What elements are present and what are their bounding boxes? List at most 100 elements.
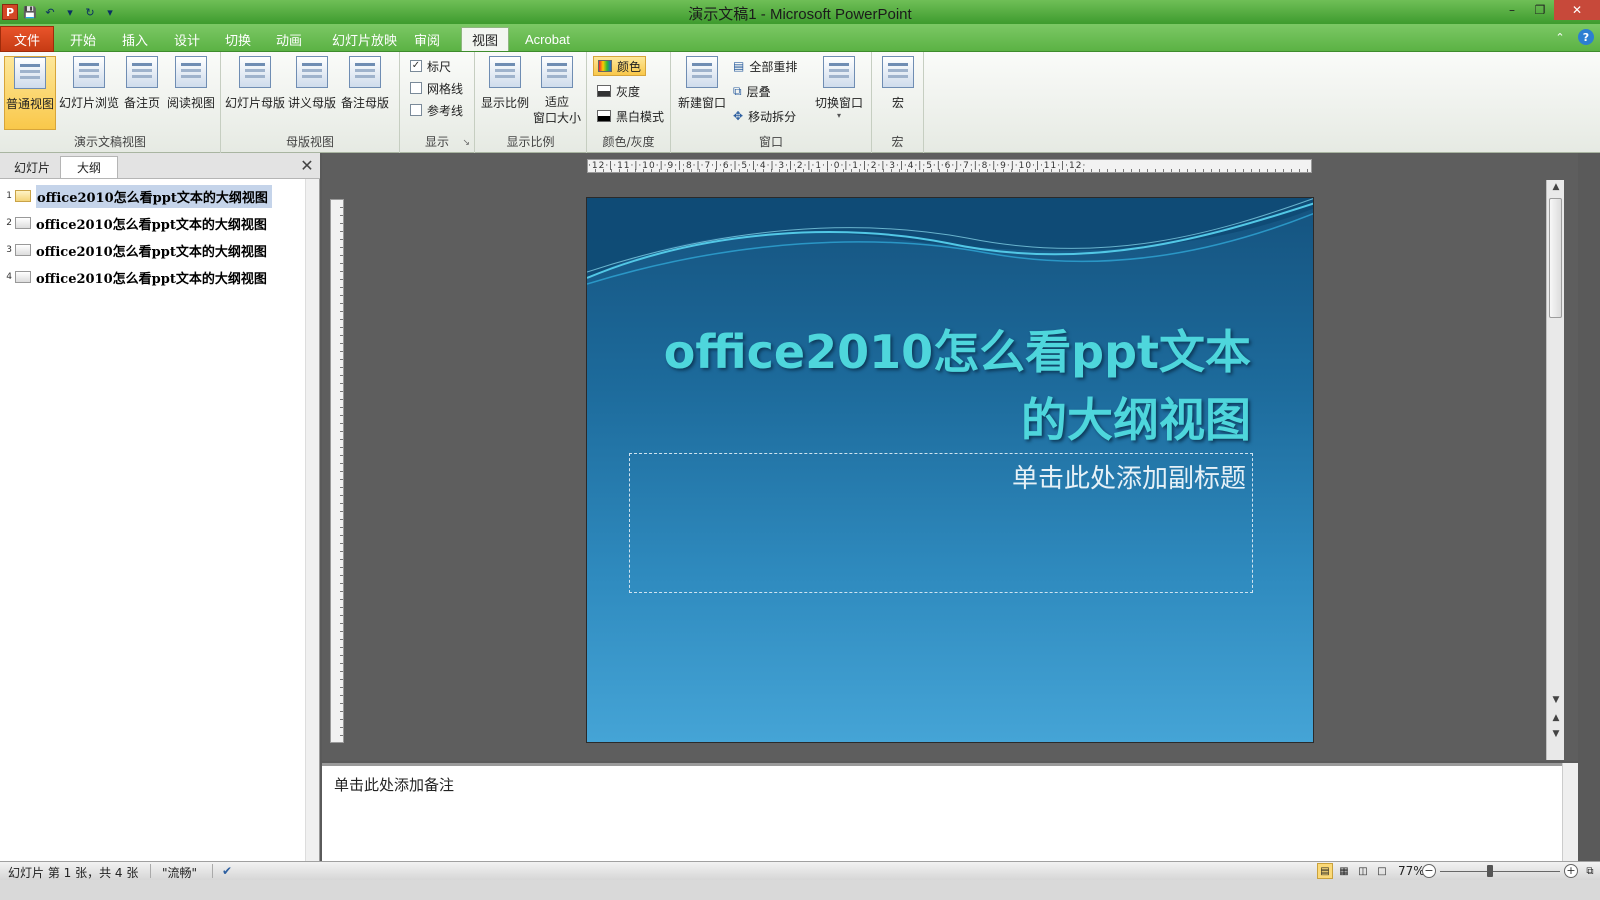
group-window: 新建窗口 ▤ 全部重排 ⧉ 层叠 ✥ 移动拆分 切换窗口 ▾ 窗口 [671,52,872,153]
fit-label-2: 窗口大小 [532,111,581,125]
tab-transitions[interactable]: 切换 [215,27,261,51]
switch-windows-label: 切换窗口 [814,96,863,110]
arrange-all-label: 全部重排 [749,59,798,74]
close-button[interactable]: ✕ [1554,0,1600,20]
previous-slide-icon[interactable]: ▲ [1547,713,1565,727]
outline-item-text[interactable]: office2010怎么看ppt文本的大纲视图 [36,268,267,287]
zoom-button[interactable]: 显示比例 [481,56,529,130]
language-check-icon[interactable]: ✔ [222,864,232,878]
slide-icon [15,271,31,283]
group-master-views: 幻灯片母版 讲义母版 备注母版 母版视图 [221,52,400,153]
ruler-checkbox[interactable]: ✓ 标尺 [410,56,451,76]
ribbon: 普通视图 幻灯片浏览 备注页 阅读视图 演示文稿视图 幻灯片母版 讲义母版 备注… [0,52,1600,153]
slide-sorter-button[interactable]: 幻灯片浏览 [58,56,120,130]
tab-insert[interactable]: 插入 [112,27,158,51]
next-slide-icon[interactable]: ▼ [1547,729,1565,743]
new-window-icon [686,56,718,88]
outline-item-number: 3 [6,245,12,255]
gridlines-checkbox[interactable]: 网格线 [410,78,463,98]
tab-animations[interactable]: 动画 [266,27,312,51]
color-button[interactable]: 颜色 [593,56,647,76]
subtitle-placeholder[interactable]: 单击此处添加副标题 [1012,458,1246,495]
handout-master-button[interactable]: 讲义母版 [287,56,337,130]
horizontal-ruler[interactable]: ·12·|·11·|·10·|·9·|·8·|·7·|·6·|·5·|·4·|·… [587,159,1312,173]
tab-home[interactable]: 开始 [60,27,106,51]
move-split-button[interactable]: ✥ 移动拆分 [733,106,796,126]
gridlines-label: 网格线 [427,81,464,96]
outline-item[interactable]: 2 office2010怎么看ppt文本的大纲视图 [0,212,267,234]
slide-title[interactable]: office2010怎么看ppt文本的大纲视图 [627,318,1251,454]
normal-view-button[interactable]: 普通视图 [4,56,56,130]
restore-button[interactable]: ❐ [1526,0,1554,20]
minimize-ribbon-icon[interactable]: ⌃ [1552,29,1568,45]
notes-master-button[interactable]: 备注母版 [339,56,391,130]
slide-sorter-status-icon[interactable]: ▦ [1336,863,1352,879]
zoom-in-icon[interactable]: + [1564,864,1578,878]
grayscale-button[interactable]: 灰度 [597,81,640,101]
outline-item[interactable]: 3 office2010怎么看ppt文本的大纲视图 [0,239,267,261]
macros-button[interactable]: 宏 [878,56,918,130]
fit-to-window-button[interactable]: 适应 窗口大小 [531,56,583,130]
new-window-button[interactable]: 新建窗口 [675,56,729,130]
theme-name-status[interactable]: "流畅" [162,864,197,881]
slide-master-label: 幻灯片母版 [225,96,286,110]
color-label: 颜色 [617,59,642,74]
cascade-label: 层叠 [746,84,771,99]
scroll-up-icon[interactable]: ▲ [1547,182,1565,196]
arrange-all-button[interactable]: ▤ 全部重排 [733,56,797,76]
help-icon[interactable]: ? [1578,29,1594,45]
scroll-thumb[interactable] [1549,198,1562,318]
cascade-button[interactable]: ⧉ 层叠 [733,81,771,101]
reading-view-status-icon[interactable]: ◫ [1355,863,1371,879]
minimize-button[interactable]: – [1498,0,1526,20]
fit-label-1: 适应 [544,95,569,109]
group-macros: 宏 宏 [872,52,924,153]
notes-page-button[interactable]: 备注页 [122,56,162,130]
vertical-ruler[interactable] [330,199,344,743]
slide-icon [15,190,31,202]
slide-scrollbar[interactable]: ▲ ▼ ▲ ▼ [1546,180,1564,760]
taskbar-strip [0,880,1600,900]
outline-item-text[interactable]: office2010怎么看ppt文本的大纲视图 [36,241,267,260]
outline-item[interactable]: 1 office2010怎么看ppt文本的大纲视图 [0,184,272,208]
notes-placeholder[interactable]: 单击此处添加备注 [334,774,454,795]
guides-checkbox[interactable]: 参考线 [410,100,463,120]
group-presentation-views: 普通视图 幻灯片浏览 备注页 阅读视图 演示文稿视图 [0,52,221,153]
move-split-icon: ✥ [733,109,744,123]
zoom-slider[interactable] [1440,871,1560,872]
tab-file[interactable]: 文件 [0,26,54,52]
reading-view-button[interactable]: 阅读视图 [165,56,217,130]
slide-canvas[interactable]: office2010怎么看ppt文本的大纲视图 单击此处添加副标题 [586,197,1314,743]
zoom-out-icon[interactable]: − [1422,864,1436,878]
outline-item[interactable]: 4 office2010怎么看ppt文本的大纲视图 [0,266,267,288]
tab-view[interactable]: 视图 [461,27,510,51]
black-white-button[interactable]: 黑白模式 [597,106,664,126]
tab-slideshow[interactable]: 幻灯片放映 [322,27,407,51]
tab-outline[interactable]: 大纲 [60,156,118,178]
guides-label: 参考线 [427,103,464,118]
zoom-level[interactable]: 77% [1398,864,1425,878]
zoom-slider-thumb[interactable] [1487,865,1494,877]
switch-windows-button[interactable]: 切换窗口 ▾ [811,56,867,130]
normal-view-status-icon[interactable]: ▤ [1317,863,1333,879]
group-label-window: 窗口 [758,135,783,149]
tab-slides[interactable]: 幻灯片 [4,156,60,178]
outline-item-text[interactable]: office2010怎么看ppt文本的大纲视图 [36,184,272,208]
slideshow-status-icon[interactable]: □ [1374,863,1390,879]
outline-item-text[interactable]: office2010怎么看ppt文本的大纲视图 [36,214,267,233]
tab-review[interactable]: 审阅 [404,27,450,51]
scroll-down-icon[interactable]: ▼ [1547,695,1565,709]
outline-scrollbar[interactable] [305,179,319,877]
reading-view-label: 阅读视图 [166,96,215,110]
horizontal-ruler-labels: ·12·|·11·|·10·|·9·|·8·|·7·|·6·|·5·|·4·|·… [588,161,1087,171]
close-pane-icon[interactable]: ✕ [298,156,316,175]
tab-acrobat[interactable]: Acrobat [515,27,580,51]
fit-slide-status-icon[interactable]: ⧉ [1582,863,1598,879]
notes-scrollbar[interactable] [1562,763,1578,861]
subtitle-placeholder-box[interactable]: 单击此处添加副标题 [629,453,1253,593]
window-title: 演示文稿1 - Microsoft PowerPoint [688,6,912,23]
slide-master-button[interactable]: 幻灯片母版 [225,56,285,130]
tab-design[interactable]: 设计 [164,27,210,51]
group-label-presentation-views: 演示文稿视图 [73,135,146,149]
notes-pane[interactable]: 单击此处添加备注 [322,763,1562,861]
